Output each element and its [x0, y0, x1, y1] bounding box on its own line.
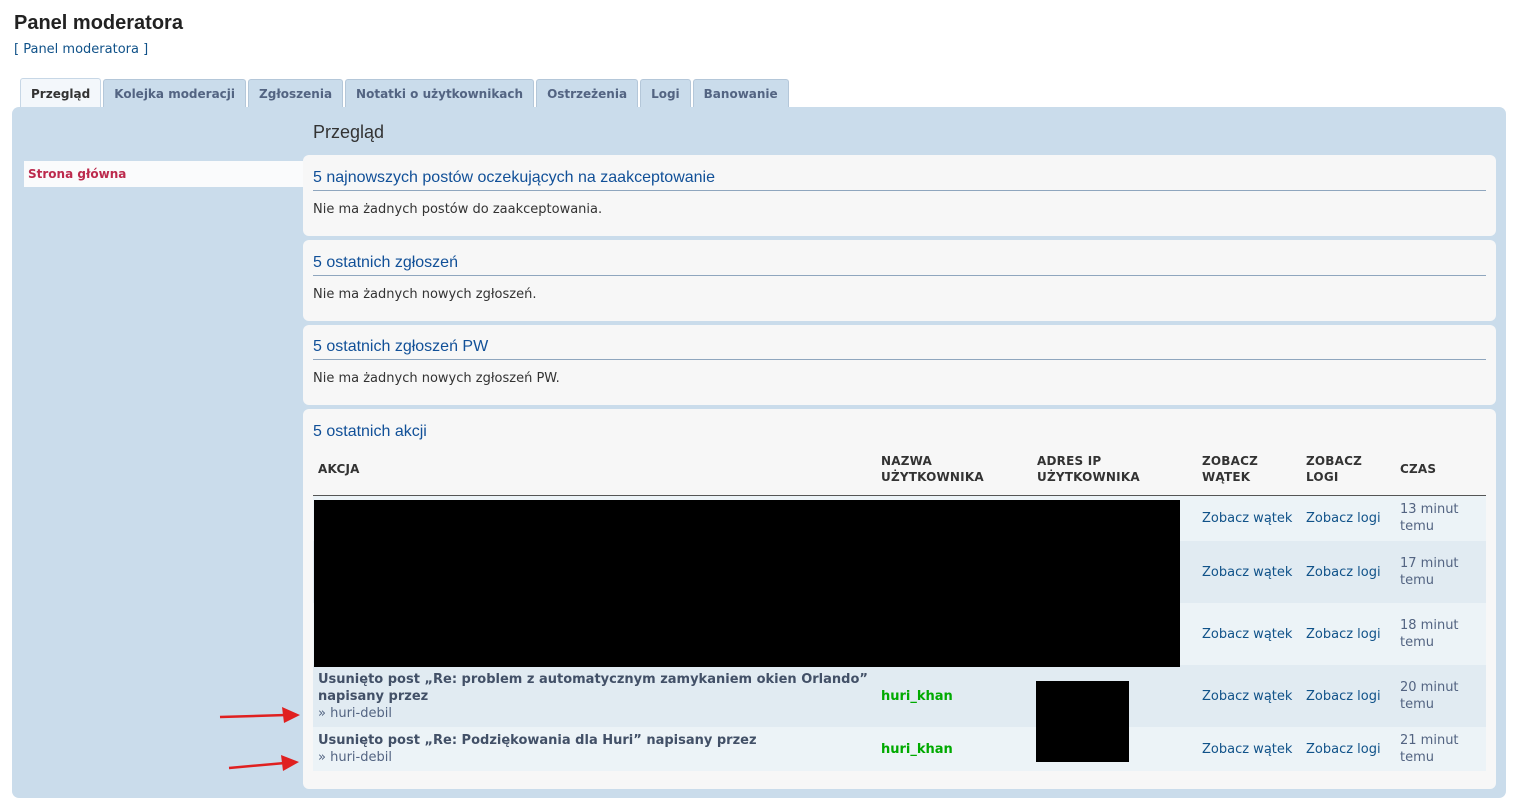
tab-ostrzezenia[interactable]: Ostrzeżenia — [536, 79, 639, 107]
action-text: Usunięto post „Re: Podziękowania dla Hur… — [318, 733, 757, 748]
recent-actions-heading: 5 ostatnich akcji — [313, 423, 427, 440]
tab-przeglad[interactable]: Przegląd — [20, 78, 102, 108]
username-cell[interactable]: huri_khan — [876, 727, 1032, 771]
col-header-view-thread: ZOBACZ WĄTEK — [1197, 444, 1301, 496]
view-logs-cell: Zobacz logi — [1301, 727, 1395, 771]
view-thread-link[interactable]: Zobacz wątek — [1202, 742, 1292, 757]
view-logs-link[interactable]: Zobacz logi — [1306, 689, 1381, 704]
time-cell: 20 minut temu — [1395, 665, 1486, 727]
tab-zgloszenia[interactable]: Zgłoszenia — [248, 79, 344, 107]
view-thread-link[interactable]: Zobacz wątek — [1202, 565, 1292, 580]
action-cell: Usunięto post „Re: problem z automatyczn… — [313, 665, 876, 727]
pm-reports-box: 5 ostatnich zgłoszeń PW Nie ma żadnych n… — [303, 325, 1496, 405]
view-logs-link[interactable]: Zobacz logi — [1306, 627, 1381, 642]
pending-posts-box: 5 najnowszych postów oczekujących na zaa… — [303, 155, 1496, 236]
action-user-link[interactable]: » huri-debil — [318, 706, 392, 721]
reports-heading: 5 ostatnich zgłoszeń — [313, 254, 458, 271]
sidebar-item-strona-glowna[interactable]: Strona główna — [24, 161, 303, 187]
col-header-action: AKCJA — [313, 444, 876, 496]
action-cell: Usunięto post „Re: Podziękowania dla Hur… — [313, 727, 876, 771]
breadcrumb-bracket-open: [ — [14, 42, 24, 57]
tab-logi[interactable]: Logi — [640, 79, 691, 107]
redaction-block — [314, 500, 1180, 667]
table-row: Usunięto post „Re: problem z automatyczn… — [313, 665, 1486, 727]
view-thread-cell: Zobacz wątek — [1197, 727, 1301, 771]
view-logs-link[interactable]: Zobacz logi — [1306, 742, 1381, 757]
view-thread-cell: Zobacz wątek — [1197, 541, 1301, 603]
view-thread-link[interactable]: Zobacz wątek — [1202, 627, 1292, 642]
pm-reports-heading: 5 ostatnich zgłoszeń PW — [313, 338, 489, 355]
view-thread-link[interactable]: Zobacz wątek — [1202, 689, 1292, 704]
time-cell: 17 minut temu — [1395, 541, 1486, 603]
tab-kolejka-moderacji[interactable]: Kolejka moderacji — [103, 79, 247, 107]
time-cell: 18 minut temu — [1395, 603, 1486, 665]
breadcrumb-link[interactable]: Panel moderatora — [23, 42, 139, 57]
divider — [313, 359, 1486, 360]
username-cell[interactable]: huri_khan — [876, 665, 1032, 727]
view-logs-cell: Zobacz logi — [1301, 541, 1395, 603]
divider — [313, 190, 1486, 191]
view-logs-link[interactable]: Zobacz logi — [1306, 511, 1381, 526]
col-header-ip: ADRES IP UŻYTKOWNIKA — [1032, 444, 1197, 496]
view-logs-link[interactable]: Zobacz logi — [1306, 565, 1381, 580]
tab-notatki[interactable]: Notatki o użytkownikach — [345, 79, 535, 107]
tab-bar: Przegląd Kolejka moderacji Zgłoszenia No… — [20, 78, 789, 108]
col-header-username: NAZWA UŻYTKOWNIKA — [876, 444, 1032, 496]
divider — [313, 275, 1486, 276]
breadcrumb: [ Panel moderatora ] — [14, 42, 148, 57]
tab-banowanie[interactable]: Banowanie — [692, 79, 789, 107]
section-title: Przegląd — [313, 122, 385, 142]
action-text: Usunięto post „Re: problem z automatyczn… — [318, 671, 868, 704]
view-thread-cell: Zobacz wątek — [1197, 495, 1301, 541]
reports-empty-text: Nie ma żadnych nowych zgłoszeń. — [313, 287, 537, 302]
redaction-block — [1036, 681, 1129, 762]
table-row: Usunięto post „Re: Podziękowania dla Hur… — [313, 727, 1486, 771]
action-user-link[interactable]: » huri-debil — [318, 750, 392, 765]
pm-reports-empty-text: Nie ma żadnych nowych zgłoszeń PW. — [313, 371, 560, 386]
pending-posts-empty-text: Nie ma żadnych postów do zaakceptowania. — [313, 202, 603, 217]
breadcrumb-bracket-close: ] — [138, 42, 149, 57]
view-thread-link[interactable]: Zobacz wątek — [1202, 511, 1292, 526]
page-title: Panel moderatora — [14, 12, 183, 34]
pending-posts-heading: 5 najnowszych postów oczekujących na zaa… — [313, 169, 716, 186]
view-logs-cell: Zobacz logi — [1301, 665, 1395, 727]
col-header-time: CZAS — [1395, 444, 1486, 496]
col-header-view-logs: ZOBACZ LOGI — [1301, 444, 1395, 496]
reports-box: 5 ostatnich zgłoszeń Nie ma żadnych nowy… — [303, 240, 1496, 321]
view-logs-cell: Zobacz logi — [1301, 603, 1395, 665]
view-thread-cell: Zobacz wątek — [1197, 603, 1301, 665]
view-logs-cell: Zobacz logi — [1301, 495, 1395, 541]
time-cell: 21 minut temu — [1395, 727, 1486, 771]
time-cell: 13 minut temu — [1395, 495, 1486, 541]
view-thread-cell: Zobacz wątek — [1197, 665, 1301, 727]
arrow-annotation-icon — [219, 707, 300, 723]
arrow-annotation-icon — [228, 755, 299, 771]
